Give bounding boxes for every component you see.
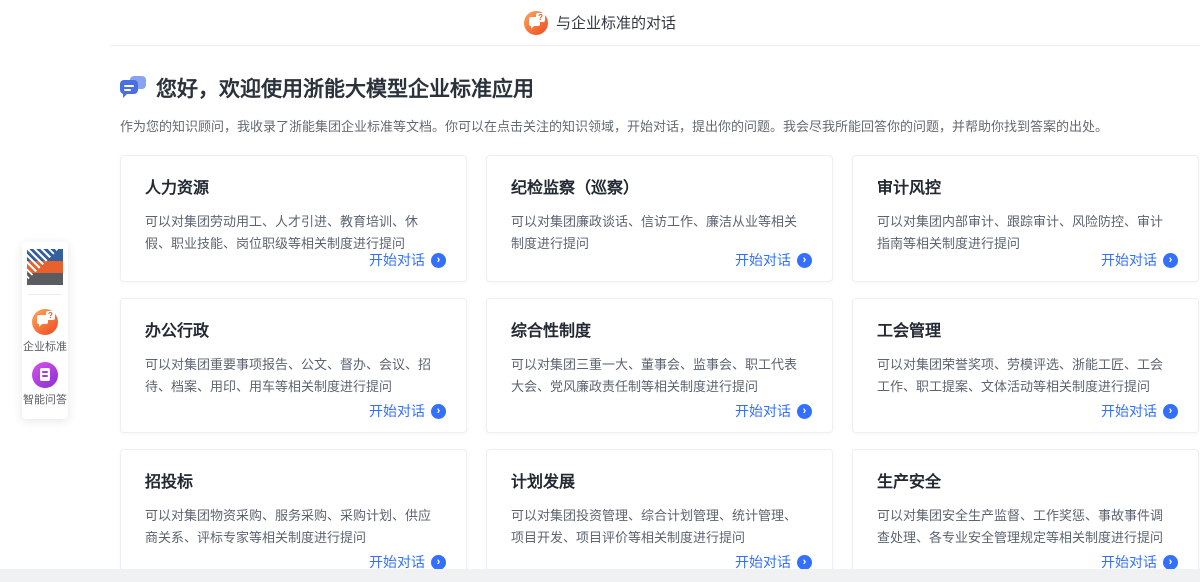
top-header: ? 与企业标准的对话 — [0, 0, 1200, 45]
topic-card-office: 办公行政 可以对集团重要事项报告、公文、督办、会议、招待、档案、用印、用车等相关… — [120, 298, 467, 433]
arrow-right-icon: › — [797, 404, 812, 419]
sidebar-divider — [28, 294, 62, 295]
start-chat-link[interactable]: 开始对话 › — [1101, 401, 1178, 421]
enterprise-standard-icon: ? — [524, 11, 548, 35]
enterprise-standard-icon: ? — [32, 309, 58, 335]
start-chat-label: 开始对话 — [1101, 401, 1157, 421]
page-title: 与企业标准的对话 — [556, 12, 676, 33]
topic-card-hr: 人力资源 可以对集团劳动用工、人才引进、教育培训、休假、职业技能、岗位职级等相关… — [120, 155, 467, 282]
card-title: 人力资源 — [121, 156, 466, 198]
start-chat-label: 开始对话 — [735, 250, 791, 270]
sidebar-item-smart-qa[interactable]: 智能问答 — [22, 358, 68, 409]
card-description: 可以对集团投资管理、综合计划管理、统计管理、项目开发、项目评价等相关制度进行提问 — [487, 505, 832, 549]
smart-qa-icon — [32, 362, 58, 388]
card-description: 可以对集团劳动用工、人才引进、教育培训、休假、职业技能、岗位职级等相关制度进行提… — [121, 211, 466, 255]
start-chat-link[interactable]: 开始对话 › — [735, 401, 812, 421]
main-content: 您好，欢迎使用浙能大模型企业标准应用 作为您的知识顾问，我收录了浙能集团企业标准… — [120, 45, 1200, 582]
card-title: 纪检监察（巡察） — [487, 156, 832, 198]
topic-card-safety: 生产安全 可以对集团安全生产监督、工作奖惩、事故事件调查处理、各专业安全管理规定… — [852, 449, 1199, 582]
start-chat-label: 开始对话 — [1101, 250, 1157, 270]
header-divider — [110, 45, 1200, 46]
topic-card-planning: 计划发展 可以对集团投资管理、综合计划管理、统计管理、项目开发、项目评价等相关制… — [486, 449, 833, 582]
arrow-right-icon: › — [797, 555, 812, 570]
card-title: 计划发展 — [487, 450, 832, 492]
card-description: 可以对集团重要事项报告、公文、督办、会议、招待、档案、用印、用车等相关制度进行提… — [121, 354, 466, 398]
topic-card-comprehensive: 综合性制度 可以对集团三重一大、董事会、监事会、职工代表大会、党风廉政责任制等相… — [486, 298, 833, 433]
start-chat-link[interactable]: 开始对话 › — [735, 250, 812, 270]
card-title: 工会管理 — [853, 299, 1198, 341]
bottom-strip — [0, 569, 1200, 582]
start-chat-label: 开始对话 — [369, 401, 425, 421]
welcome-title: 您好，欢迎使用浙能大模型企业标准应用 — [156, 73, 534, 103]
arrow-right-icon: › — [1163, 404, 1178, 419]
sidebar-item-label: 智能问答 — [22, 391, 68, 407]
arrow-right-icon: › — [1163, 555, 1178, 570]
topic-card-bidding: 招投标 可以对集团物资采购、服务采购、采购计划、供应商关系、评标专家等相关制度进… — [120, 449, 467, 582]
card-description: 可以对集团廉政谈话、信访工作、廉洁从业等相关制度进行提问 — [487, 211, 832, 255]
zheneng-logo — [27, 249, 63, 285]
card-description: 可以对集团物资采购、服务采购、采购计划、供应商关系、评标专家等相关制度进行提问 — [121, 505, 466, 549]
card-description: 可以对集团内部审计、跟踪审计、风险防控、审计指南等相关制度进行提问 — [853, 211, 1198, 255]
topic-card-union: 工会管理 可以对集团荣誉奖项、劳模评选、浙能工匠、工会工作、职工提案、文体活动等… — [852, 298, 1199, 433]
card-title: 审计风控 — [853, 156, 1198, 198]
card-description: 可以对集团荣誉奖项、劳模评选、浙能工匠、工会工作、职工提案、文体活动等相关制度进… — [853, 354, 1198, 398]
arrow-right-icon: › — [431, 404, 446, 419]
card-description: 可以对集团三重一大、董事会、监事会、职工代表大会、党风廉政责任制等相关制度进行提… — [487, 354, 832, 398]
card-description: 可以对集团安全生产监督、工作奖惩、事故事件调查处理、各专业安全管理规定等相关制度… — [853, 505, 1198, 549]
chat-bubbles-icon — [120, 76, 146, 100]
arrow-right-icon: › — [431, 555, 446, 570]
start-chat-link[interactable]: 开始对话 › — [369, 250, 446, 270]
welcome-subtitle: 作为您的知识顾问，我收录了浙能集团企业标准等文档。你可以在点击关注的知识领域，开… — [120, 116, 1200, 135]
sidebar-item-label: 企业标准 — [22, 338, 68, 354]
card-title: 生产安全 — [853, 450, 1198, 492]
topic-card-audit: 审计风控 可以对集团内部审计、跟踪审计、风险防控、审计指南等相关制度进行提问 开… — [852, 155, 1199, 282]
topic-card-discipline: 纪检监察（巡察） 可以对集团廉政谈话、信访工作、廉洁从业等相关制度进行提问 开始… — [486, 155, 833, 282]
floating-sidebar: ? 企业标准 智能问答 — [22, 242, 68, 419]
start-chat-link[interactable]: 开始对话 › — [1101, 250, 1178, 270]
start-chat-label: 开始对话 — [369, 250, 425, 270]
card-title: 办公行政 — [121, 299, 466, 341]
arrow-right-icon: › — [1163, 253, 1178, 268]
start-chat-label: 开始对话 — [735, 401, 791, 421]
start-chat-link[interactable]: 开始对话 › — [369, 401, 446, 421]
arrow-right-icon: › — [797, 253, 812, 268]
card-title: 招投标 — [121, 450, 466, 492]
card-title: 综合性制度 — [487, 299, 832, 341]
arrow-right-icon: › — [431, 253, 446, 268]
topic-card-grid: 人力资源 可以对集团劳动用工、人才引进、教育培训、休假、职业技能、岗位职级等相关… — [120, 155, 1200, 582]
sidebar-item-enterprise-standard[interactable]: ? 企业标准 — [22, 305, 68, 356]
